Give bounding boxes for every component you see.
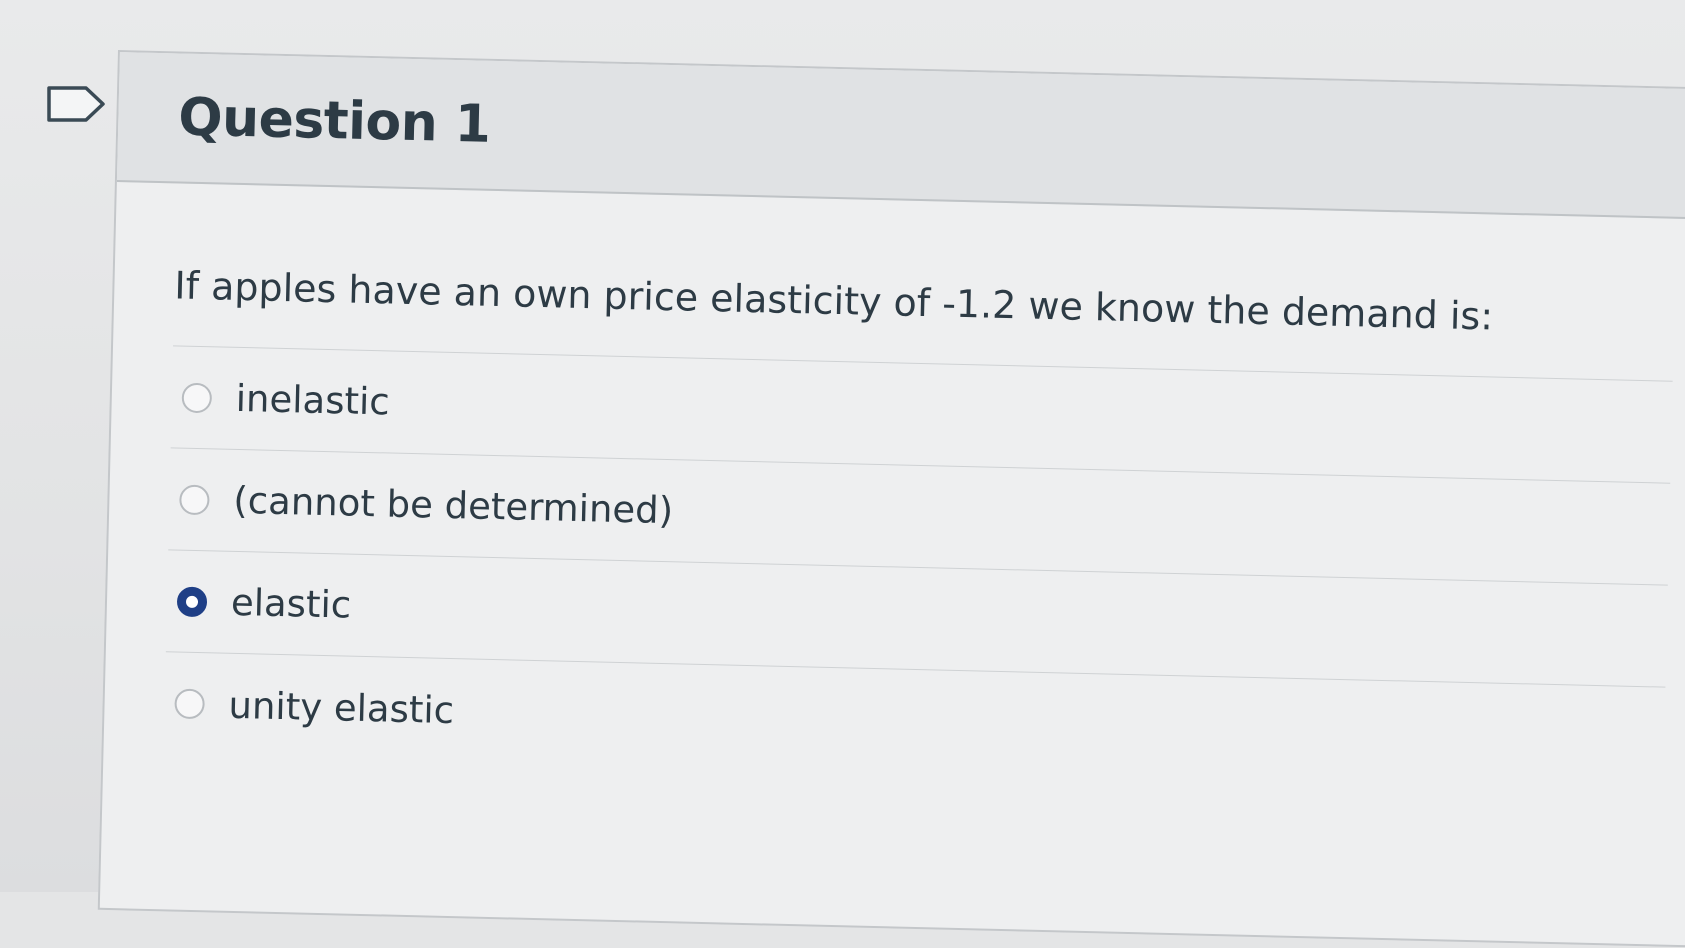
radio-button-selected[interactable]: [176, 586, 208, 617]
question-title: Question 1: [177, 87, 492, 155]
answer-label: elastic: [230, 580, 352, 627]
question-body: If apples have an own price elasticity o…: [103, 182, 1685, 791]
quiz-page: Question 1 If apples have an own price e…: [0, 0, 1685, 948]
answer-label: unity elastic: [228, 683, 455, 732]
radio-button[interactable]: [181, 382, 213, 413]
answer-label: inelastic: [235, 376, 391, 424]
answer-list: inelastic (cannot be determined) elastic…: [163, 345, 1673, 790]
answer-label: (cannot be determined): [232, 478, 674, 533]
radio-button[interactable]: [174, 688, 205, 720]
flag-icon[interactable]: [46, 84, 108, 124]
question-text: If apples have an own price elasticity o…: [173, 263, 1494, 339]
radio-button[interactable]: [179, 484, 210, 515]
question-card: Question 1 If apples have an own price e…: [97, 50, 1685, 948]
